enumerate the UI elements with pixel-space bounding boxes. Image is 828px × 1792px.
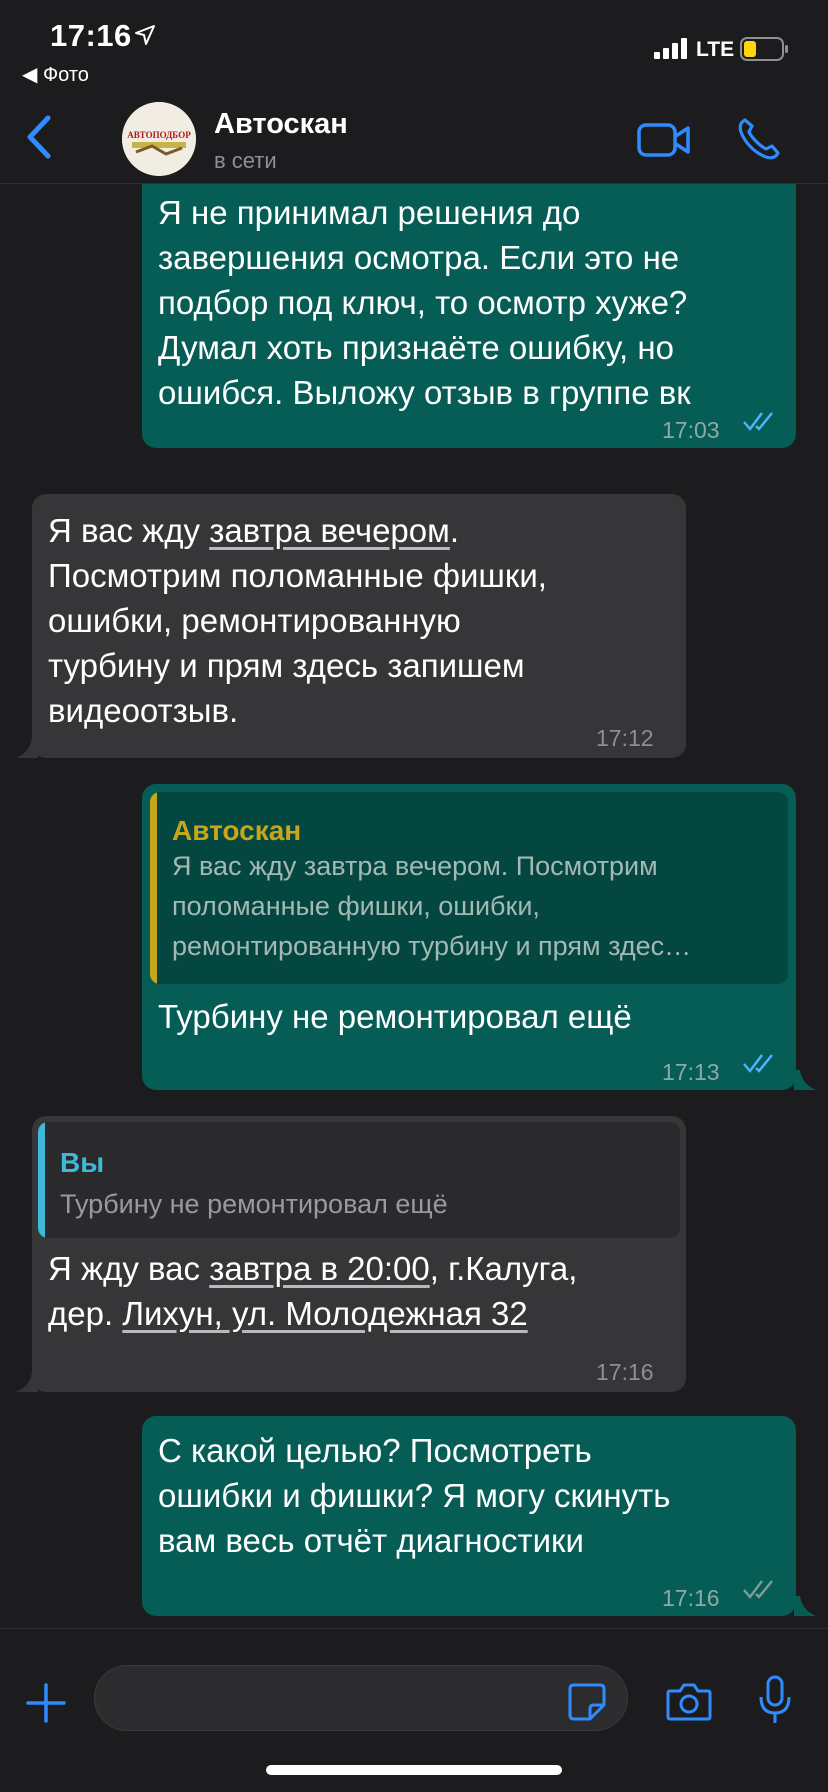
back-to-app-link[interactable]: ◀ Фото bbox=[22, 62, 89, 87]
quote-accent-bar bbox=[38, 1122, 45, 1238]
read-ticks-icon bbox=[743, 412, 773, 431]
message-line: ошибки и фишки? Я могу скинуть bbox=[158, 1477, 671, 1514]
message-time: 17:12 bbox=[596, 725, 654, 751]
message-line: ошибся. Выложу отзыв в группе вк bbox=[158, 374, 691, 411]
sticker-icon[interactable] bbox=[568, 1683, 606, 1721]
back-chevron-icon[interactable] bbox=[22, 114, 58, 160]
video-call-icon[interactable] bbox=[636, 120, 692, 160]
message-line: С какой целью? Посмотреть bbox=[158, 1432, 592, 1469]
message-input-bar bbox=[0, 1628, 828, 1792]
message-line: Посмотрим поломанные фишки, bbox=[48, 557, 547, 594]
avatar-logo-text: АВТОПОДБОР bbox=[127, 130, 191, 140]
contact-avatar[interactable]: АВТОПОДБОР bbox=[122, 102, 196, 176]
bubble-tail bbox=[794, 1070, 816, 1090]
bubble-tail bbox=[16, 1372, 38, 1392]
camera-icon[interactable] bbox=[666, 1681, 712, 1721]
message-line: видеоотзыв. bbox=[48, 692, 239, 729]
message-time: 17:16 bbox=[596, 1359, 654, 1385]
plus-icon[interactable] bbox=[26, 1683, 66, 1723]
contact-status: в сети bbox=[214, 148, 277, 173]
message-bubble-outgoing[interactable]: Автоскан Я вас жду завтра вечером. Посмо… bbox=[142, 784, 796, 1090]
status-bar: 17:16 ◀ Фото LTE bbox=[0, 0, 828, 92]
date-link[interactable]: завтра вечером bbox=[209, 512, 450, 549]
text-span: , г.Калуга, bbox=[429, 1250, 578, 1287]
signal-strength-icon bbox=[654, 38, 687, 59]
message-bubble-outgoing[interactable]: Я не принимал решения до завершения осмо… bbox=[142, 184, 796, 448]
message-line: Я вас жду завтра вечером. bbox=[48, 508, 547, 553]
battery-icon bbox=[740, 37, 788, 61]
message-time: 17:16 bbox=[662, 1585, 720, 1611]
message-line: завершения осмотра. Если это не bbox=[158, 239, 680, 276]
message-bubble-incoming[interactable]: Вы Турбину не ремонтировал ещё Я жду вас… bbox=[32, 1116, 686, 1392]
date-link[interactable]: завтра в 20:00 bbox=[209, 1250, 430, 1287]
message-bubble-incoming[interactable]: Я вас жду завтра вечером. Посмотрим поло… bbox=[32, 494, 686, 758]
contact-name[interactable]: Автоскан bbox=[214, 108, 348, 141]
quote-accent-bar bbox=[150, 792, 157, 984]
message-line: Думал хоть признаёте ошибку, но bbox=[158, 329, 674, 366]
message-text: Я вас жду завтра вечером. Посмотрим поло… bbox=[48, 508, 547, 733]
message-input[interactable] bbox=[94, 1665, 628, 1731]
quote-line: ремонтированную турбину и прям здес… bbox=[172, 931, 692, 961]
reply-quote[interactable]: Автоскан Я вас жду завтра вечером. Посмо… bbox=[150, 792, 788, 984]
reply-quote[interactable]: Вы Турбину не ремонтировал ещё bbox=[38, 1122, 680, 1238]
quote-text: Турбину не ремонтировал ещё bbox=[60, 1189, 448, 1219]
message-line: вам весь отчёт диагностики bbox=[158, 1522, 584, 1559]
message-text: Я не принимал решения до завершения осмо… bbox=[158, 190, 691, 415]
message-text: С какой целью? Посмотреть ошибки и фишки… bbox=[158, 1428, 670, 1563]
text-span: дер. bbox=[48, 1295, 123, 1332]
phone-call-icon[interactable] bbox=[736, 116, 782, 162]
message-bubble-outgoing[interactable]: С какой целью? Посмотреть ошибки и фишки… bbox=[142, 1416, 796, 1616]
message-time: 17:03 bbox=[662, 417, 720, 443]
message-line: Я не принимал решения до bbox=[158, 194, 581, 231]
text-span: . bbox=[449, 512, 459, 549]
text-span: Я жду вас bbox=[48, 1250, 210, 1287]
address-link[interactable]: Лихун, ул. Молодежная 32 bbox=[122, 1295, 527, 1332]
message-line: турбину и прям здесь запишем bbox=[48, 647, 525, 684]
message-line: ошибки, ремонтированную bbox=[48, 602, 461, 639]
microphone-icon[interactable] bbox=[758, 1675, 792, 1725]
home-indicator[interactable] bbox=[266, 1765, 562, 1775]
text-span: Я вас жду bbox=[48, 512, 210, 549]
message-line: дер. Лихун, ул. Молодежная 32 bbox=[48, 1291, 577, 1336]
message-line: Я жду вас завтра в 20:00, г.Калуга, bbox=[48, 1246, 577, 1291]
quote-line: Я вас жду завтра вечером. Посмотрим bbox=[172, 851, 658, 881]
message-time: 17:13 bbox=[662, 1059, 720, 1085]
bubble-tail bbox=[794, 1596, 816, 1616]
chat-messages[interactable]: Я не принимал решения до завершения осмо… bbox=[0, 184, 828, 1628]
quote-text: Я вас жду завтра вечером. Посмотрим поло… bbox=[172, 846, 691, 966]
delivered-ticks-icon bbox=[743, 1580, 773, 1599]
location-arrow-icon bbox=[135, 25, 155, 45]
bubble-tail bbox=[16, 738, 38, 758]
quote-author: Вы bbox=[60, 1147, 105, 1178]
status-time: 17:16 bbox=[50, 18, 132, 53]
message-text: Турбину не ремонтировал ещё bbox=[158, 998, 632, 1035]
quote-line: поломанные фишки, ошибки, bbox=[172, 891, 540, 921]
message-line: подбор под ключ, то осмотр хуже? bbox=[158, 284, 688, 321]
message-text: Я жду вас завтра в 20:00, г.Калуга, дер.… bbox=[48, 1246, 577, 1336]
chat-header: АВТОПОДБОР Автоскан в сети bbox=[0, 92, 828, 184]
read-ticks-icon bbox=[743, 1054, 773, 1073]
network-type: LTE bbox=[696, 38, 735, 61]
